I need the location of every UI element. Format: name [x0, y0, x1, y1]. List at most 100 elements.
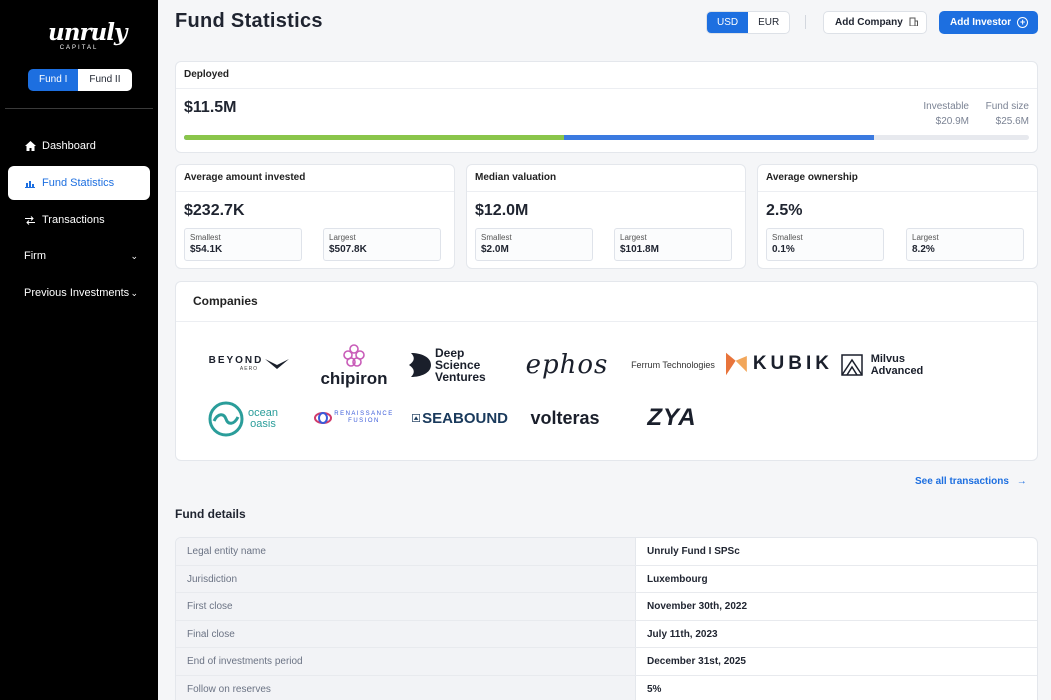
- logo-subtext: Ventures: [434, 370, 486, 384]
- largest-label: Largest: [620, 233, 647, 242]
- detail-key: First close: [176, 593, 636, 620]
- bar-chart-icon: [24, 179, 36, 188]
- detail-value: December 31st, 2025: [647, 656, 746, 667]
- logo-text: Milvus: [870, 353, 905, 365]
- detail-value: Unruly Fund I SPSc: [647, 546, 740, 557]
- company-logo-seabound[interactable]: SEABOUND: [412, 406, 508, 430]
- logo-subtext: Advanced: [870, 365, 924, 377]
- nav-item-dashboard[interactable]: Dashboard: [8, 129, 150, 163]
- deployment-progress-bar: [184, 135, 1029, 140]
- page-title: Fund Statistics: [175, 10, 323, 32]
- see-all-transactions-link[interactable]: See all transactions →: [915, 476, 1027, 487]
- nav-label-transactions: Transactions: [42, 214, 105, 226]
- company-logo-renaissance-fusion[interactable]: RENAISSANCE FUSION: [306, 406, 402, 430]
- currency-switcher: USD EUR: [706, 11, 791, 34]
- fund-size-value: $25.6M: [995, 116, 1029, 127]
- nav-label-dashboard: Dashboard: [42, 140, 96, 152]
- plus-circle-icon: +: [1017, 17, 1029, 28]
- leaf-icon: [409, 353, 431, 377]
- largest-value: 8.2%: [912, 244, 935, 255]
- table-row: Legal entity name Unruly Fund I SPSc: [176, 538, 1037, 566]
- fund-switcher: Fund I Fund II: [28, 69, 132, 91]
- company-logo-deep-science-ventures[interactable]: Deep Science Ventures: [409, 346, 513, 384]
- company-logo-volteras[interactable]: volteras: [519, 406, 611, 430]
- investable-value: $20.9M: [935, 116, 969, 127]
- sidebar-divider: [5, 108, 153, 109]
- largest-value: $507.8K: [329, 244, 367, 255]
- smallest-value: $54.1K: [190, 244, 223, 255]
- smallest-box: Smallest $54.1K: [184, 228, 302, 261]
- add-investor-button[interactable]: Add Investor +: [939, 11, 1038, 34]
- logo-subtext: oasis: [250, 418, 276, 430]
- seabound-mark-icon: [412, 414, 421, 422]
- company-logo-zya[interactable]: ZYA: [632, 402, 712, 434]
- building-icon: [909, 17, 918, 28]
- unruly-capital-logo[interactable]: unruly CAPITAL: [48, 21, 127, 51]
- detail-value: July 11th, 2023: [647, 628, 718, 640]
- average-ownership-card: Average ownership 2.5% Smallest 0.1% Lar…: [757, 164, 1038, 269]
- largest-label: Largest: [912, 233, 939, 242]
- detail-key: Final close: [176, 620, 636, 647]
- logo-text: chipiron: [320, 368, 388, 388]
- smallest-label: Smallest: [772, 233, 803, 242]
- nav-item-fund-statistics[interactable]: Fund Statistics: [8, 166, 150, 200]
- arrow-right-icon: →: [1016, 476, 1027, 487]
- header-separator: [805, 15, 806, 29]
- largest-box: Largest $101.8M: [614, 228, 732, 261]
- largest-value: $101.8M: [620, 244, 659, 255]
- table-row: Final close July 11th, 2023: [176, 620, 1037, 648]
- smallest-value: 0.1%: [772, 244, 795, 255]
- detail-key: End of investments period: [176, 648, 636, 675]
- nav-item-previous-investments[interactable]: Previous Investments ⌄: [8, 276, 150, 310]
- add-investor-label: Add Investor: [950, 17, 1012, 28]
- see-all-label: See all transactions: [915, 476, 1009, 487]
- deployed-amount: $11.5M: [184, 99, 237, 116]
- deployed-progress-fill: [184, 135, 565, 140]
- add-company-button[interactable]: Add Company: [823, 11, 927, 34]
- nav-item-transactions[interactable]: Transactions: [8, 203, 150, 237]
- ocean-wave-icon: [208, 401, 244, 437]
- table-row: Follow on reserves 5%: [176, 675, 1037, 700]
- company-logo-ephos[interactable]: ephos: [519, 348, 615, 382]
- nav-item-firm[interactable]: Firm ⌄: [8, 239, 150, 273]
- table-row: First close November 30th, 2022: [176, 593, 1037, 621]
- fund-tab-fund-2[interactable]: Fund II: [78, 69, 132, 91]
- milvus-mark-icon: [840, 354, 863, 376]
- logo-text: ZYA: [647, 404, 697, 431]
- company-logo-beyond-aero[interactable]: BEYOND AERO: [204, 350, 294, 380]
- table-row: Jurisdiction Luxembourg: [176, 565, 1037, 593]
- logo-text: SEABOUND: [422, 409, 508, 427]
- deployed-label: Deployed: [176, 62, 1037, 89]
- stat-value: 2.5%: [766, 202, 803, 219]
- company-logo-milvus-advanced[interactable]: Milvus Advanced: [839, 350, 925, 380]
- company-logo-kubik[interactable]: KUBIK: [726, 348, 833, 380]
- detail-key: Legal entity name: [176, 538, 636, 565]
- fund-details-table: Legal entity name Unruly Fund I SPSc Jur…: [175, 537, 1038, 700]
- detail-value: Luxembourg: [647, 573, 708, 585]
- chipiron-symbol-icon: [343, 343, 365, 367]
- detail-value: 5%: [647, 683, 662, 695]
- company-logo-ferrum-technologies[interactable]: Ferrum Technologies: [625, 356, 721, 374]
- investable-label: Investable: [923, 101, 969, 112]
- kubik-mark-icon: [726, 352, 747, 376]
- currency-usd-button[interactable]: USD: [707, 12, 749, 33]
- largest-box: Largest $507.8K: [323, 228, 441, 261]
- largest-box: Largest 8.2%: [906, 228, 1024, 261]
- smallest-box: Smallest 0.1%: [766, 228, 884, 261]
- logo-text: volteras: [530, 407, 600, 428]
- stat-value: $12.0M: [475, 202, 529, 219]
- largest-label: Largest: [329, 233, 356, 242]
- fund-size-meta: Fund size $25.6M: [986, 99, 1029, 129]
- company-logo-ocean-oasis[interactable]: ocean oasis: [201, 400, 285, 438]
- fund-tab-fund-1[interactable]: Fund I: [28, 69, 79, 91]
- companies-card: Companies BEYOND AERO chipiron Deep Scie…: [175, 281, 1038, 461]
- smallest-value: $2.0M: [481, 244, 509, 255]
- company-logo-chipiron[interactable]: chipiron: [314, 337, 394, 392]
- logo-text: Deep Science: [434, 346, 481, 372]
- table-row: End of investments period December 31st,…: [176, 648, 1037, 676]
- logo-subtext: AERO: [239, 366, 259, 372]
- fusion-ring-icon: [314, 412, 333, 424]
- currency-eur-button[interactable]: EUR: [748, 12, 789, 33]
- fund-size-label: Fund size: [985, 101, 1029, 112]
- home-icon: [24, 141, 36, 151]
